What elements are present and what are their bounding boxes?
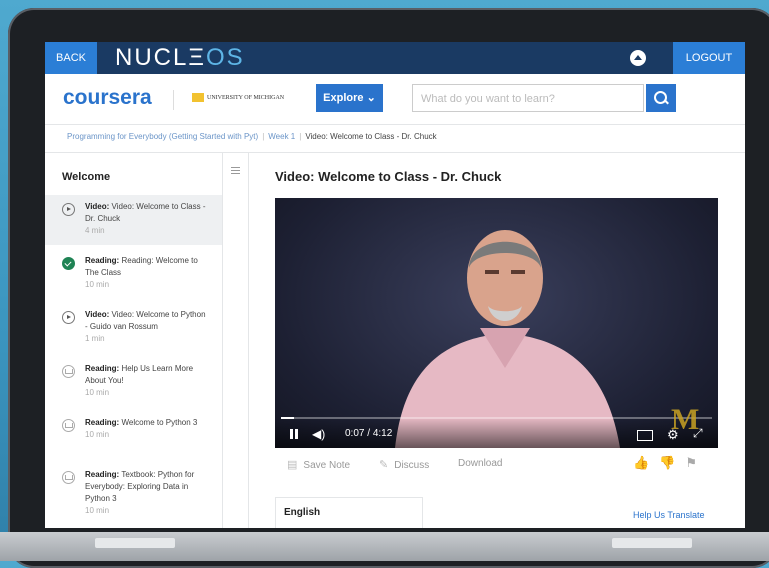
chevron-down-icon: ⌄: [366, 92, 376, 104]
sidebar-item[interactable]: Reading: Textbook: Python for Everybody:…: [45, 463, 222, 527]
nucleos-logo: NUCLΞOS: [115, 44, 245, 72]
captions-icon[interactable]: [637, 430, 653, 441]
sidebar-item[interactable]: Video: Video: Welcome to Class - Dr. Chu…: [45, 195, 222, 245]
sidebar-item-text: Video: Video: Welcome to Python - Guido …: [85, 309, 210, 345]
nucleos-bar: BACK NUCLΞOS LOGOUT: [45, 42, 745, 74]
save-note-label: Save Note: [303, 460, 351, 471]
item-title: Welcome to Python 3: [121, 418, 198, 427]
transcript-language-tab[interactable]: English: [275, 497, 423, 528]
header-divider: [173, 90, 174, 110]
gear-icon[interactable]: ⚙: [667, 427, 679, 443]
fullscreen-icon[interactable]: ⤢: [693, 426, 703, 441]
item-type: Reading:: [85, 418, 120, 427]
item-duration: 10 min: [85, 280, 110, 289]
lecturer-image: [395, 230, 620, 448]
sidebar-item-text: Reading: Welcome to Python 3 10 min: [85, 417, 210, 441]
back-button[interactable]: BACK: [45, 42, 97, 74]
sidebar-item-text: Reading: Help Us Learn More About You! 10…: [85, 363, 210, 399]
breadcrumb-divider: |: [262, 132, 265, 141]
item-type: Reading:: [85, 256, 120, 265]
divider: [248, 153, 249, 528]
breadcrumb-current: Video: Welcome to Class - Dr. Chuck: [305, 132, 437, 141]
discuss-button[interactable]: ✎ Discuss: [379, 458, 429, 471]
item-type: Video:: [85, 310, 110, 319]
help-us-translate-link[interactable]: Help Us Translate: [633, 510, 705, 520]
course-header: coursera UNIVERSITY OF MICHIGAN Explore …: [45, 74, 745, 125]
breadcrumb-week[interactable]: Week 1: [268, 132, 295, 141]
sidebar-item[interactable]: Video: Video: Welcome to Python - Guido …: [45, 303, 222, 355]
item-type: Reading:: [85, 364, 120, 373]
thumbs-down-icon[interactable]: 👎: [659, 455, 675, 470]
item-type: Reading:: [85, 470, 120, 479]
page-title: Video: Welcome to Class - Dr. Chuck: [275, 169, 502, 184]
item-type: Video:: [85, 202, 110, 211]
breadcrumb-course[interactable]: Programming for Everybody (Getting Start…: [67, 132, 258, 141]
play-icon: [62, 203, 75, 216]
video-player[interactable]: ◀) 0:07 / 4:12 M ⚙ ⤢: [275, 198, 718, 448]
item-duration: 10 min: [85, 506, 110, 515]
lesson-sidebar: Welcome Video: Video: Welcome to Class -…: [45, 153, 223, 528]
current-time: 0:07: [345, 428, 365, 439]
explore-button[interactable]: Explore ⌄: [316, 84, 383, 112]
play-icon: [62, 311, 75, 324]
logo-accent: OS: [205, 44, 245, 71]
laptop-base: [0, 532, 769, 561]
logout-button[interactable]: LOGOUT: [673, 42, 745, 74]
screen: BACK NUCLΞOS LOGOUT coursera UNIVERSITY …: [45, 42, 745, 528]
scroll-up-icon[interactable]: [630, 50, 646, 66]
sidebar-item-text: Reading: Reading: Welcome to The Class 10…: [85, 255, 210, 291]
sidebar-item[interactable]: Reading: Reading: Welcome to The Class 10…: [45, 249, 222, 301]
laptop-foot-right: [612, 538, 692, 548]
time-separator: /: [367, 428, 371, 439]
save-note-button[interactable]: ▤ Save Note: [287, 458, 350, 471]
reading-icon: [62, 365, 75, 378]
flag-icon[interactable]: ⚑: [685, 455, 697, 470]
item-duration: 1 min: [85, 334, 105, 343]
sidebar-item-text: Reading: Textbook: Python for Everybody:…: [85, 469, 210, 517]
logo-main: NUCL: [115, 44, 189, 71]
partner-name: UNIVERSITY OF MICHIGAN: [207, 94, 285, 101]
reading-icon: [62, 471, 75, 484]
progress-bar[interactable]: [281, 417, 712, 419]
note-icon: ▤: [287, 459, 298, 471]
item-duration: 4 min: [85, 226, 105, 235]
volume-icon[interactable]: ◀): [312, 427, 325, 441]
sidebar-item[interactable]: Reading: Help Us Learn More About You! 10…: [45, 357, 222, 409]
download-button[interactable]: Download: [458, 458, 502, 469]
feedback-buttons: 👍 👎 ⚑: [633, 455, 707, 471]
check-icon: [62, 257, 75, 270]
discuss-label: Discuss: [394, 460, 430, 471]
thumbs-up-icon[interactable]: 👍: [633, 455, 649, 470]
total-time: 4:12: [372, 428, 393, 439]
sidebar-item[interactable]: Reading: Welcome to Python 3 10 min: [45, 411, 222, 463]
pause-icon[interactable]: [289, 429, 299, 439]
search-input[interactable]: What do you want to learn?: [412, 84, 644, 112]
breadcrumb: Programming for Everybody (Getting Start…: [67, 132, 437, 141]
time-readout: 0:07 / 4:12: [345, 428, 392, 439]
explore-label: Explore: [323, 92, 364, 104]
progress-fill: [281, 417, 294, 419]
laptop-foot-left: [95, 538, 175, 548]
section-title: Welcome: [62, 171, 111, 183]
partner-logo: UNIVERSITY OF MICHIGAN: [192, 93, 284, 102]
sidebar-item-text: Video: Video: Welcome to Class - Dr. Chu…: [85, 201, 210, 237]
search-button[interactable]: [646, 84, 676, 112]
breadcrumb-divider: |: [299, 132, 302, 141]
reading-icon: [62, 419, 75, 432]
item-duration: 10 min: [85, 388, 110, 397]
item-duration: 10 min: [85, 430, 110, 439]
umich-block-m-icon: [192, 93, 204, 102]
logo-mid: Ξ: [188, 44, 206, 71]
coursera-logo[interactable]: coursera: [63, 86, 152, 110]
edit-icon: ✎: [379, 459, 389, 471]
list-toggle-icon[interactable]: [228, 165, 240, 177]
